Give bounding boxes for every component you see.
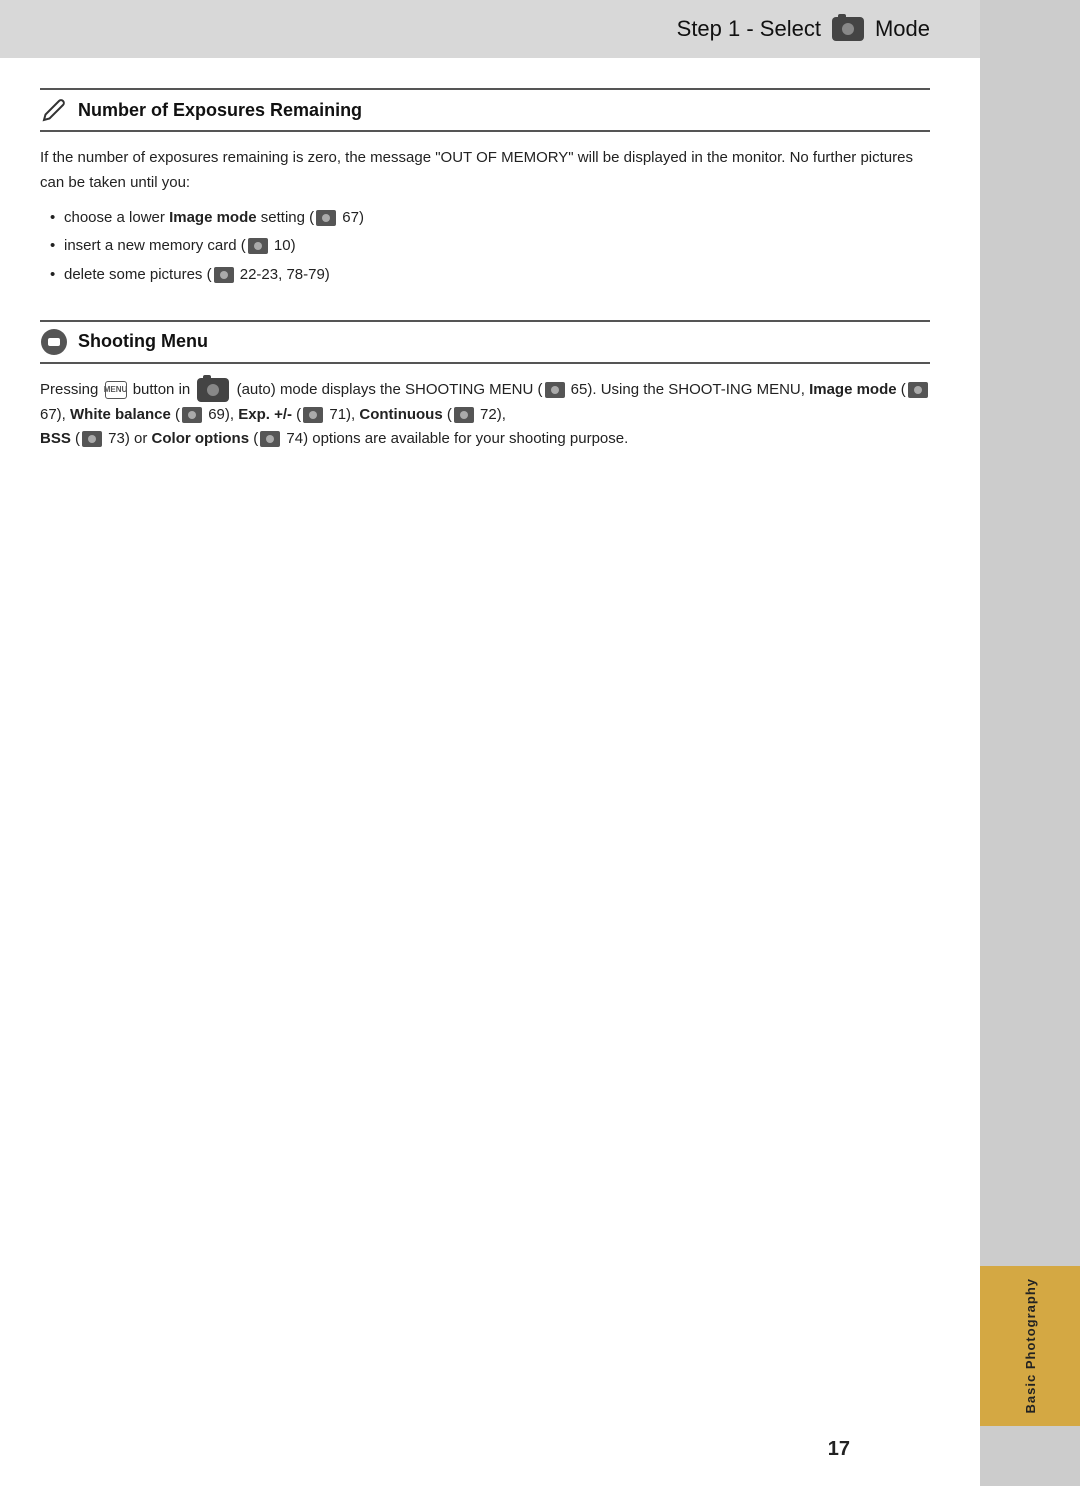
ref-icon-65: [545, 382, 565, 398]
ref-icon-69: [182, 407, 202, 423]
shooting-section-header: Shooting Menu: [40, 320, 930, 364]
ref-icon-22: [214, 267, 234, 283]
bss-bold: BSS: [40, 430, 71, 447]
auto-mode-icon: [197, 378, 229, 402]
ref-icon-74: [260, 431, 280, 447]
header-title: Step 1 - Select Mode: [677, 16, 930, 42]
list-item: insert a new memory card ( 10): [50, 232, 930, 261]
list-item: choose a lower Image mode setting ( 67): [50, 204, 930, 233]
ref-icon-67b: [908, 382, 928, 398]
list-item: delete some pictures ( 22-23, 78-79): [50, 261, 930, 290]
shooting-body: Pressing MENU button in (auto) mode disp…: [40, 378, 930, 452]
shooting-title: Shooting Menu: [78, 331, 208, 352]
tab-label: Basic Photography: [1023, 1278, 1038, 1413]
pencil-icon: [40, 96, 68, 124]
white-balance-bold: White balance: [70, 406, 171, 423]
ref-icon-10: [248, 238, 268, 254]
page-number: 17: [828, 1438, 850, 1461]
ref-icon-72: [454, 407, 474, 423]
gear-icon: [41, 329, 67, 355]
gear-camera-icon: [40, 328, 68, 356]
exposures-section-header: Number of Exposures Remaining: [40, 88, 930, 132]
right-tab-label-area: Basic Photography: [980, 1266, 1080, 1426]
menu-button-icon: MENU: [105, 381, 127, 399]
exposures-intro: If the number of exposures remaining is …: [40, 146, 930, 196]
shooting-para: Pressing MENU button in (auto) mode disp…: [40, 378, 930, 452]
main-content: Number of Exposures Remaining If the num…: [0, 58, 980, 512]
ref-icon-71: [303, 407, 323, 423]
header-bar: Step 1 - Select Mode: [0, 0, 980, 58]
continuous-bold: Continuous: [359, 406, 442, 423]
image-mode-label: Image mode: [169, 209, 257, 226]
color-options-bold: Color options: [152, 430, 250, 447]
exp-bold: Exp. +/-: [238, 406, 292, 423]
exposures-bullets: choose a lower Image mode setting ( 67) …: [40, 204, 930, 290]
right-tab: Basic Photography: [980, 0, 1080, 1486]
camera-mode-icon: [832, 17, 864, 41]
exposures-title: Number of Exposures Remaining: [78, 100, 362, 121]
image-mode-bold: Image mode: [809, 381, 897, 398]
page: Step 1 - Select Mode Number of Exposures…: [0, 0, 980, 1486]
ref-icon-73: [82, 431, 102, 447]
step-label: Step 1 - Select: [677, 16, 821, 42]
ref-icon-67: [316, 210, 336, 226]
exposures-body: If the number of exposures remaining is …: [40, 146, 930, 290]
mode-label: Mode: [875, 16, 930, 42]
